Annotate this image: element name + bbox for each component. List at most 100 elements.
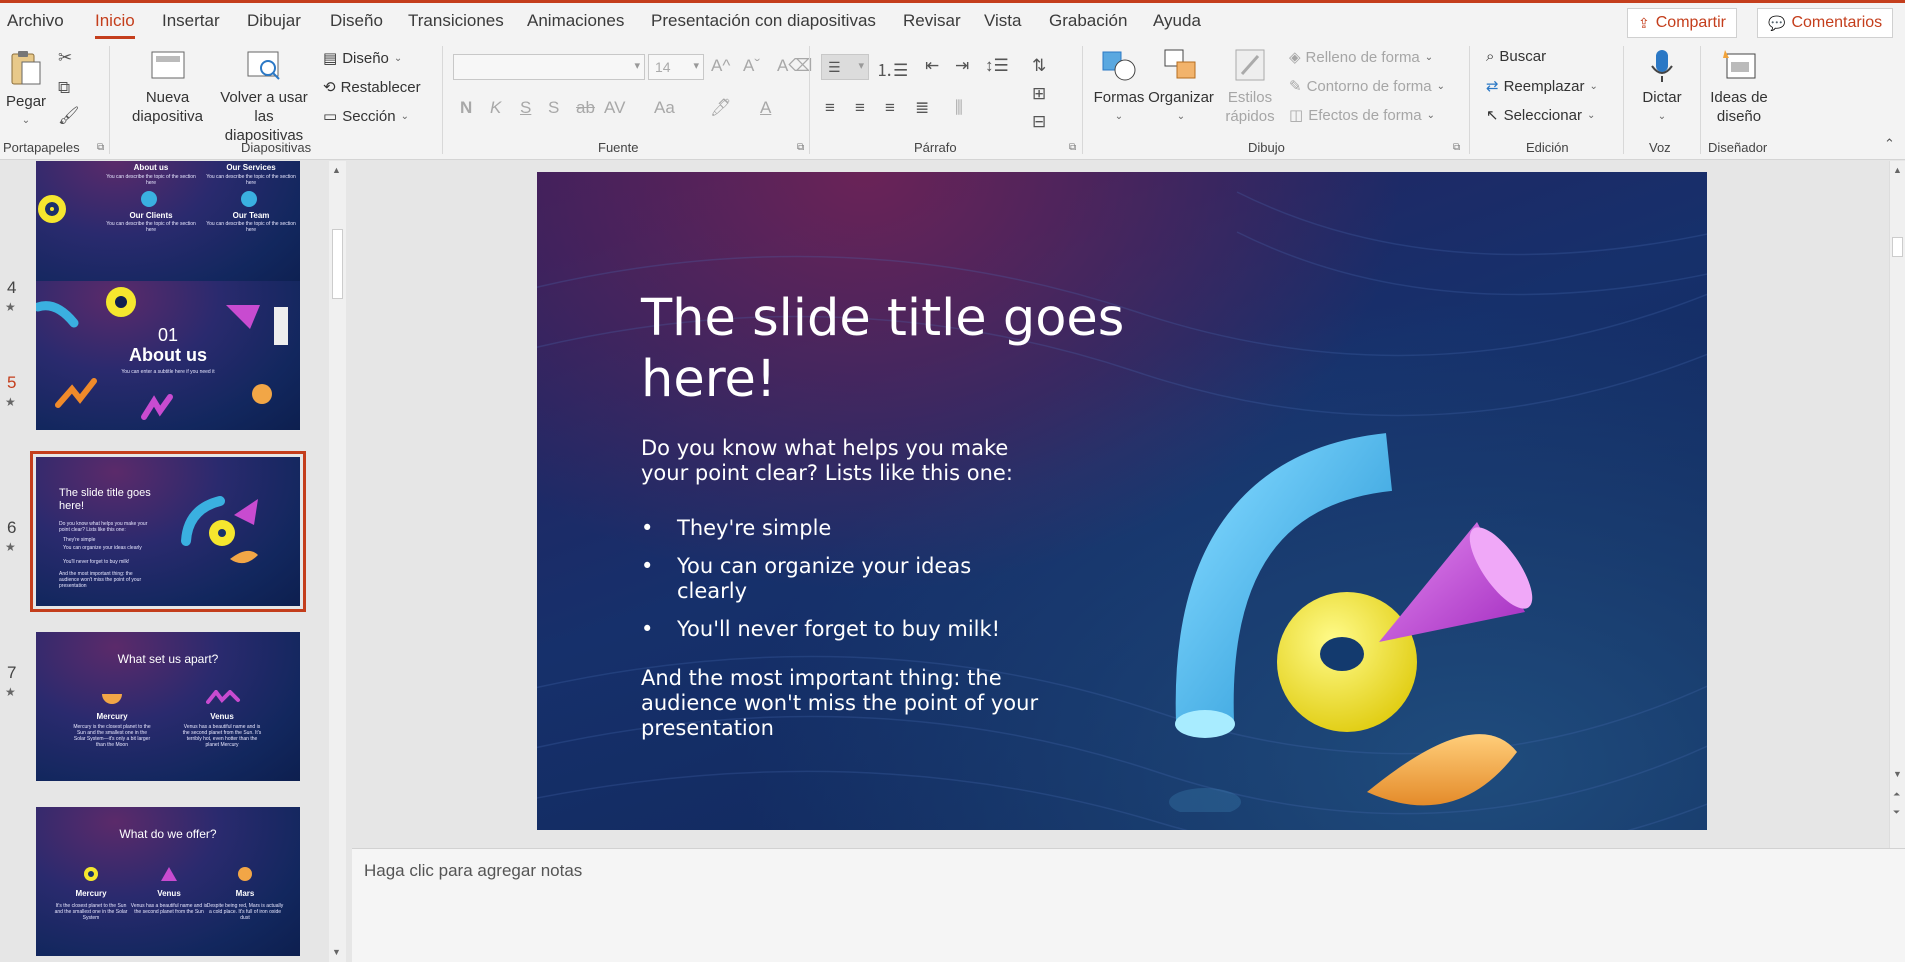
reset-button[interactable]: ⟲ Restablecer xyxy=(323,78,421,97)
shape-effects-button[interactable]: ◫ Efectos de forma ⌄ xyxy=(1289,106,1435,125)
scroll-thumb[interactable] xyxy=(1892,237,1903,257)
group-label-disenador: Diseñador xyxy=(1708,140,1768,155)
format-painter-icon[interactable]: 🖌 xyxy=(58,106,80,126)
group-separator xyxy=(442,46,443,154)
scroll-up-icon[interactable]: ▲ xyxy=(332,165,341,175)
tab-revisar[interactable]: Revisar xyxy=(903,11,961,31)
shapes-button[interactable]: Formas ⌄ xyxy=(1092,48,1146,126)
quick-styles-button[interactable]: Estilos rápidos xyxy=(1218,48,1282,126)
find-button[interactable]: ⌕ Buscar xyxy=(1486,48,1546,65)
group-separator xyxy=(1082,46,1083,154)
decrease-font-icon[interactable]: Aˇ xyxy=(743,56,760,76)
scroll-thumb[interactable] xyxy=(332,229,343,299)
tab-animaciones[interactable]: Animaciones xyxy=(527,11,624,31)
scroll-down-icon[interactable]: ▼ xyxy=(332,947,341,957)
paste-button[interactable]: Pegar ⌄ xyxy=(6,48,46,130)
slide-thumbnail-3[interactable]: About us Our Services You can describe t… xyxy=(36,161,300,294)
highlight-icon[interactable]: 🖊 xyxy=(710,98,732,118)
layout-icon: ▤ xyxy=(323,50,338,67)
text-direction-icon[interactable]: ⇅ xyxy=(1032,56,1046,76)
tab-insertar[interactable]: Insertar xyxy=(162,11,220,31)
dialog-launcher-icon[interactable]: ⧉ xyxy=(1069,142,1076,153)
scroll-down-icon[interactable]: ▼ xyxy=(1893,769,1902,779)
slide-thumbnail-4[interactable]: 01 About us You can enter a subtitle her… xyxy=(36,281,300,430)
slide-thumbnail-5[interactable]: The slide title goes here! Do you know w… xyxy=(30,451,306,612)
tab-dibujar[interactable]: Dibujar xyxy=(247,11,301,31)
animation-star-icon: ★ xyxy=(5,395,16,409)
tab-diseno[interactable]: Diseño xyxy=(330,11,383,31)
comments-button[interactable]: 💬 Comentarios xyxy=(1757,8,1894,38)
notes-pane[interactable]: Haga clic para agregar notas xyxy=(352,848,1905,962)
slide-bullet-list[interactable]: They're simple You can organize your ide… xyxy=(641,516,1041,655)
shadow-icon[interactable]: S xyxy=(548,98,559,118)
dialog-launcher-icon[interactable]: ⧉ xyxy=(1453,142,1460,153)
arrange-button[interactable]: Organizar ⌄ xyxy=(1145,48,1217,126)
decrease-indent-icon[interactable]: ⇤ xyxy=(925,56,939,76)
align-right-icon[interactable]: ≡ xyxy=(885,98,895,118)
increase-font-icon[interactable]: A^ xyxy=(711,56,730,76)
dictate-button[interactable]: Dictar ⌄ xyxy=(1635,48,1689,126)
shape-outline-button[interactable]: ✎ Contorno de forma ⌄ xyxy=(1289,77,1445,96)
tab-transiciones[interactable]: Transiciones xyxy=(408,11,504,31)
char-spacing-icon[interactable]: AV xyxy=(604,98,625,118)
group-separator xyxy=(109,46,110,154)
font-family-combo[interactable]: ▾ xyxy=(453,54,645,80)
slide-thumbnail-7[interactable]: What do we offer? Mercury Venus Mars It'… xyxy=(36,807,300,956)
numbered-list-icon[interactable]: ⒈☰ xyxy=(876,56,908,81)
find-label: Buscar xyxy=(1499,48,1547,65)
layout-button[interactable]: ▤ Diseño ⌄ xyxy=(323,49,402,68)
slide-scrollbar[interactable]: ▲ ▼ ⏶ ⏷ xyxy=(1889,161,1905,848)
next-slide-icon[interactable]: ⏷ xyxy=(1893,807,1900,818)
layout-label: Diseño xyxy=(342,49,389,67)
tab-inicio[interactable]: Inicio xyxy=(95,11,135,39)
change-case-icon[interactable]: Aa xyxy=(654,98,675,118)
section-button[interactable]: ▭ Sección ⌄ xyxy=(323,107,409,126)
columns-icon[interactable]: ⫼ xyxy=(955,98,963,118)
select-button[interactable]: ↖ Seleccionar ⌄ xyxy=(1486,106,1595,125)
tab-archivo[interactable]: Archivo xyxy=(7,11,64,31)
bold-icon[interactable]: N xyxy=(460,98,472,118)
justify-icon[interactable]: ≣ xyxy=(915,98,929,118)
tab-vista[interactable]: Vista xyxy=(984,11,1022,31)
tab-presentacion[interactable]: Presentación con diapositivas xyxy=(651,11,876,31)
shape-fill-button[interactable]: ◈ Relleno de forma ⌄ xyxy=(1289,48,1433,67)
clear-format-icon[interactable]: A⌫ xyxy=(777,56,812,76)
smartart-icon[interactable]: ⊟ xyxy=(1032,112,1046,132)
previous-slide-icon[interactable]: ⏶ xyxy=(1893,789,1900,800)
line-spacing-icon[interactable]: ↕☰ xyxy=(985,56,1009,76)
strikethrough-icon[interactable]: ab xyxy=(576,98,595,118)
design-ideas-button[interactable]: Ideas de diseño xyxy=(1706,48,1772,126)
dialog-launcher-icon[interactable]: ⧉ xyxy=(97,142,104,153)
collapse-ribbon-icon[interactable]: ⌃ xyxy=(1884,136,1895,152)
slide-3d-shapes[interactable] xyxy=(1157,332,1577,812)
slide-closing-text[interactable]: And the most important thing: the audien… xyxy=(641,666,1041,741)
reset-icon: ⟲ xyxy=(323,79,336,96)
align-center-icon[interactable]: ≡ xyxy=(855,98,865,118)
tab-ayuda[interactable]: Ayuda xyxy=(1153,11,1201,31)
slide-title[interactable]: The slide title goes here! xyxy=(641,288,1161,410)
align-text-icon[interactable]: ⊞ xyxy=(1032,84,1046,104)
increase-indent-icon[interactable]: ⇥ xyxy=(955,56,969,76)
align-left-icon[interactable]: ≡ xyxy=(825,98,835,118)
font-size-combo[interactable]: 14 ▾ xyxy=(648,54,704,80)
italic-icon[interactable]: K xyxy=(490,98,501,118)
bullets-button[interactable]: ☰ ▾ xyxy=(821,54,869,80)
replace-button[interactable]: ⇄ Reemplazar ⌄ xyxy=(1486,77,1598,96)
torus-hole xyxy=(1320,637,1364,671)
thumbnail-scrollbar[interactable]: ▲ ▼ xyxy=(329,161,346,962)
copy-icon[interactable]: ⧉ xyxy=(58,78,70,98)
cut-icon[interactable]: ✂ xyxy=(58,48,72,68)
scroll-up-icon[interactable]: ▲ xyxy=(1893,165,1902,175)
tab-grabacion[interactable]: Grabación xyxy=(1049,11,1127,31)
dialog-launcher-icon[interactable]: ⧉ xyxy=(797,142,804,153)
font-color-icon[interactable]: A xyxy=(760,98,771,118)
paste-label: Pegar xyxy=(6,93,47,110)
new-slide-button[interactable]: Nueva diapositiva xyxy=(120,48,215,126)
underline-icon[interactable]: S xyxy=(520,98,531,118)
slide-thumbnail-6[interactable]: What set us apart? Mercury Venus Mercury… xyxy=(36,632,300,781)
slide-intro-text[interactable]: Do you know what helps you make your poi… xyxy=(641,436,1041,486)
share-button[interactable]: ⇪ Compartir xyxy=(1627,8,1737,38)
shape-fill-label: Relleno de forma xyxy=(1305,48,1420,66)
slide-canvas[interactable]: The slide title goes here! Do you know w… xyxy=(537,172,1707,830)
reuse-slides-button[interactable]: Volver a usar las diapositivas xyxy=(214,48,314,145)
